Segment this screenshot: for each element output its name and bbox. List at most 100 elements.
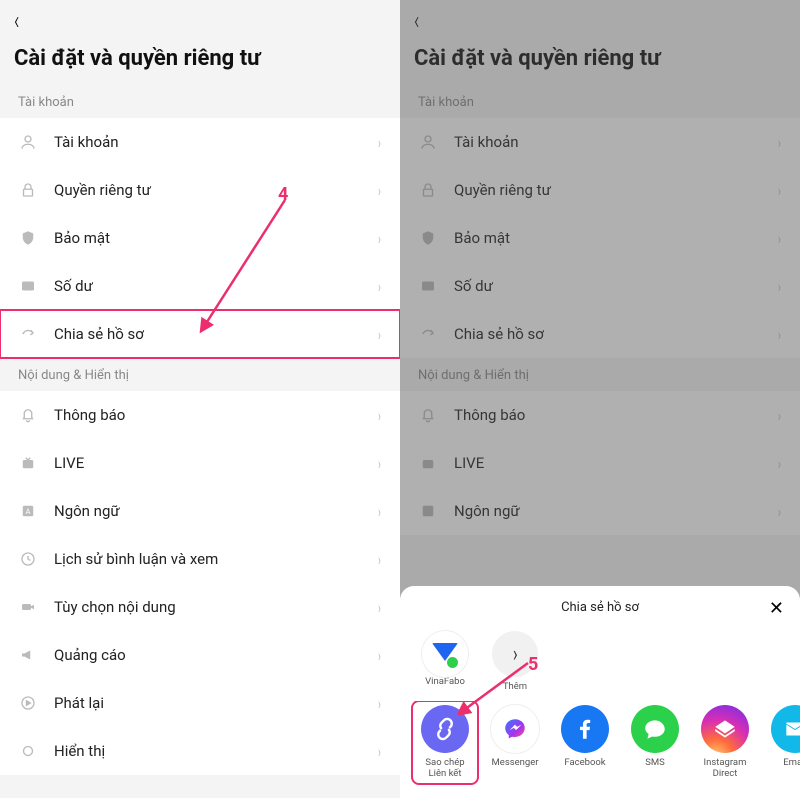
link-icon (421, 705, 469, 753)
chevron-right-icon: › (378, 133, 381, 152)
section-account-label: Tài khoản (400, 85, 800, 118)
row-label: Bảo mật (454, 229, 777, 247)
share-sheet: Chia sẻ hồ sơ ✕ VinaFabo › Thêm (400, 586, 800, 798)
row-security[interactable]: Bảo mật › (0, 214, 400, 262)
chevron-right-icon: › (778, 406, 781, 425)
share-email[interactable]: Email (766, 705, 800, 780)
chevron-right-icon: › (378, 406, 381, 425)
chevron-right-icon: › (778, 133, 781, 152)
share-more[interactable]: › Thêm (486, 631, 544, 693)
section-account-label: Tài khoản (0, 85, 400, 118)
row-security[interactable]: Bảo mật › (400, 214, 800, 262)
shield-icon (18, 228, 38, 248)
row-history[interactable]: Lịch sử bình luận và xem › (0, 535, 400, 583)
row-label: Tài khoản (454, 133, 777, 151)
row-display[interactable]: Hiển thị › (0, 727, 400, 775)
chevron-right-icon: › (378, 229, 381, 248)
chevron-right-icon: › (378, 454, 381, 473)
language-icon (418, 501, 438, 521)
share-label: SMS (645, 758, 665, 769)
wallet-icon (18, 276, 38, 296)
video-icon (18, 597, 38, 617)
row-ads[interactable]: Quảng cáo › (0, 631, 400, 679)
row-live[interactable]: LIVE › (0, 439, 400, 487)
chevron-right-icon: › (778, 325, 781, 344)
share-label: Instagram Direct (704, 758, 747, 780)
row-label: Hiển thị (54, 742, 377, 760)
section-content-label: Nội dung & Hiển thị (400, 358, 800, 391)
chevron-right-icon: › (378, 694, 381, 713)
bell-icon (418, 405, 438, 425)
share-instagram[interactable]: Instagram Direct (696, 705, 754, 780)
row-content-pref[interactable]: Tùy chọn nội dung › (0, 583, 400, 631)
row-privacy[interactable]: Quyền riêng tư › (400, 166, 800, 214)
back-button[interactable]: ‹ (14, 8, 19, 34)
svg-text:A: A (26, 507, 31, 516)
chevron-right-icon: › (378, 277, 381, 296)
share-icon (418, 324, 438, 344)
sms-icon (631, 705, 679, 753)
row-label: Phát lại (54, 694, 377, 712)
row-language[interactable]: A Ngôn ngữ › (0, 487, 400, 535)
row-balance[interactable]: Số dư › (0, 262, 400, 310)
chevron-right-icon: › (778, 277, 781, 296)
share-label: Email (783, 758, 800, 769)
close-icon[interactable]: ✕ (769, 598, 784, 619)
lock-icon (418, 180, 438, 200)
chevron-right-icon: › (378, 742, 381, 761)
user-icon (418, 132, 438, 152)
row-label: Số dư (454, 277, 777, 295)
lock-icon (18, 180, 38, 200)
chevron-right-icon: › (378, 502, 381, 521)
chevron-right-icon: › (778, 229, 781, 248)
share-sms[interactable]: SMS (626, 705, 684, 780)
chevron-right-icon: › (378, 646, 381, 665)
language-icon: A (18, 501, 38, 521)
share-facebook[interactable]: Facebook (556, 705, 614, 780)
back-button[interactable]: ‹ (414, 8, 419, 34)
share-copy-link[interactable]: Sao chép Liên kết (416, 705, 474, 780)
share-label: Facebook (564, 758, 605, 769)
row-balance[interactable]: Số dư › (400, 262, 800, 310)
email-icon (771, 705, 800, 753)
chevron-right-icon: › (378, 550, 381, 569)
row-label: Lịch sử bình luận và xem (54, 550, 377, 568)
row-privacy[interactable]: Quyền riêng tư › (0, 166, 400, 214)
share-label: Messenger (491, 758, 538, 769)
page-title: Cài đặt và quyền riêng tư (0, 40, 400, 85)
row-account[interactable]: Tài khoản › (400, 118, 800, 166)
page-title: Cài đặt và quyền riêng tư (400, 40, 800, 85)
chevron-right-icon: › (492, 631, 538, 677)
row-account[interactable]: Tài khoản › (0, 118, 400, 166)
live-icon (18, 453, 38, 473)
chevron-right-icon: › (378, 325, 381, 344)
row-playback[interactable]: Phát lại › (0, 679, 400, 727)
row-label: Tài khoản (54, 133, 377, 151)
row-notifications[interactable]: Thông báo › (400, 391, 800, 439)
bell-icon (18, 405, 38, 425)
row-label: Quảng cáo (54, 646, 377, 664)
messenger-icon (491, 705, 539, 753)
row-label: Quyền riêng tư (54, 181, 377, 199)
vinafabo-icon (422, 631, 468, 677)
row-live[interactable]: LIVE › (400, 439, 800, 487)
instagram-icon (701, 705, 749, 753)
row-share-profile[interactable]: Chia sẻ hồ sơ › (400, 310, 800, 358)
row-language[interactable]: Ngôn ngữ › (400, 487, 800, 535)
row-label: Số dư (54, 277, 377, 295)
row-label: Tùy chọn nội dung (54, 598, 377, 616)
shield-icon (418, 228, 438, 248)
row-label: Ngôn ngữ (454, 502, 777, 520)
share-vinafabo[interactable]: VinaFabo (416, 631, 474, 693)
clock-icon (18, 549, 38, 569)
row-label: Bảo mật (54, 229, 377, 247)
wallet-icon (418, 276, 438, 296)
share-messenger[interactable]: Messenger (486, 705, 544, 780)
row-notifications[interactable]: Thông báo › (0, 391, 400, 439)
row-label: Thông báo (54, 406, 377, 424)
megaphone-icon (18, 645, 38, 665)
row-share-profile[interactable]: Chia sẻ hồ sơ › (0, 310, 400, 358)
display-icon (18, 741, 38, 761)
row-label: Chia sẻ hồ sơ (454, 325, 777, 343)
user-icon (18, 132, 38, 152)
